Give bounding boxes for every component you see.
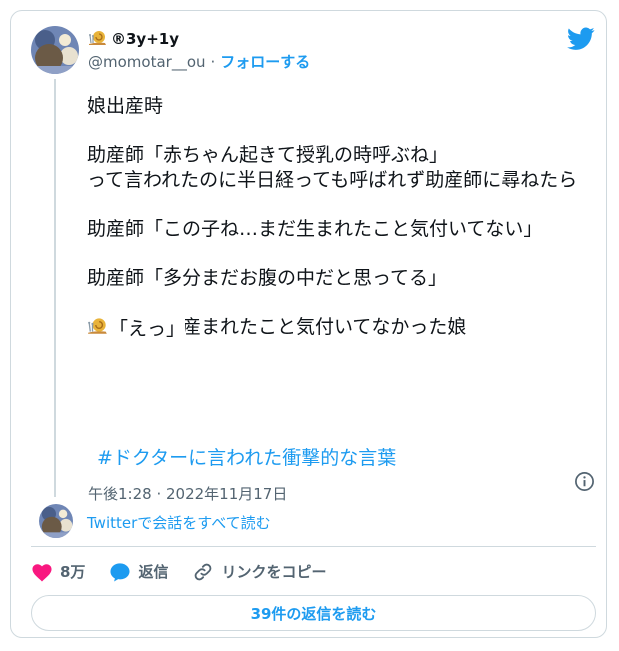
copy-link-button[interactable]: リンクをコピー [192, 561, 326, 582]
link-icon [195, 563, 212, 580]
snail-icon [88, 28, 108, 50]
tweet-body-text: 娘出産時 助産師「赤ちゃん起きて授乳の時呼ぶね」 って言われたのに半日経っても呼… [87, 95, 578, 338]
divider [31, 546, 596, 547]
snail-line-text: 「えっ」 [109, 318, 186, 340]
follow-button[interactable]: フォローする [220, 51, 310, 72]
reply-label: 返信 [138, 563, 169, 581]
thread-line [54, 79, 56, 497]
read-replies-button[interactable]: 39件の返信を読む [31, 595, 596, 631]
tweet-text: 娘出産時 助産師「赤ちゃん起きて授乳の時呼ぶね」 って言われたのに半日経っても呼… [87, 94, 587, 339]
read-conversation-link[interactable]: Twitterで会話をすべて読む [87, 512, 271, 533]
info-icon[interactable] [574, 471, 595, 492]
tweet-timestamp[interactable]: 午後1:28 · 2022年11月17日 [88, 483, 287, 504]
separator-dot: · [210, 52, 216, 71]
hashtag-link[interactable]: #ドクターに言われた衝撃的な言葉 [97, 443, 396, 470]
read-replies-label: 39件の返信を読む [250, 604, 377, 623]
copy-link-label: リンクをコピー [221, 563, 327, 581]
heart-icon [32, 563, 52, 582]
like-button[interactable]: 8万 [31, 561, 85, 582]
reply-button[interactable]: 返信 [109, 561, 168, 582]
snail-icon [87, 315, 109, 340]
handle-row: @momotar__ou · フォローする [88, 51, 310, 72]
twitter-logo-icon[interactable] [567, 27, 595, 51]
display-name[interactable]: ®3y+1y [111, 30, 179, 48]
avatar[interactable] [31, 26, 79, 74]
user-handle[interactable]: @momotar__ou [88, 53, 206, 71]
snail-line: 「えっ」 [87, 314, 186, 341]
reply-icon [110, 562, 130, 582]
like-count: 8万 [60, 563, 86, 581]
action-bar: 8万 返信 リンクをコピー [31, 561, 350, 582]
avatar-small[interactable] [39, 504, 73, 538]
author-name-row[interactable]: ®3y+1y [88, 28, 179, 50]
tweet-card: ®3y+1y @momotar__ou · フォローする 娘出産時 助産師「赤ち… [10, 10, 607, 638]
